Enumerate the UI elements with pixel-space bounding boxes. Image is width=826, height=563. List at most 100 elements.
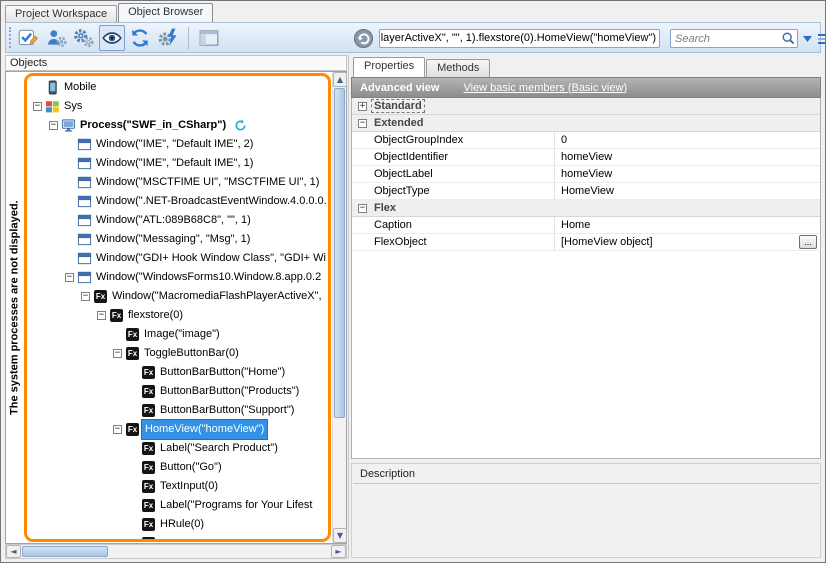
highlight-eye-icon[interactable] xyxy=(99,25,125,51)
search-input[interactable] xyxy=(670,29,798,48)
tab-object-browser[interactable]: Object Browser xyxy=(118,3,213,22)
search-dropdown-button[interactable] xyxy=(803,29,812,48)
tree-horizontal-scrollbar[interactable] xyxy=(5,544,347,559)
tree-item[interactable]: Window("IME", "Default IME", 1) xyxy=(27,154,328,173)
scroll-right-button[interactable] xyxy=(331,545,346,558)
panel-splitter[interactable] xyxy=(348,54,349,559)
objects-panel-header: Objects xyxy=(5,55,347,71)
tree-item[interactable]: FxHRule(0) xyxy=(27,515,328,534)
tree-item[interactable]: FxLabel("Programs for Your Lifest xyxy=(27,496,328,515)
property-row[interactable]: ObjectLabelhomeView xyxy=(352,166,820,183)
tree-item[interactable]: FxImage("image") xyxy=(27,325,328,344)
refresh-icon[interactable] xyxy=(127,25,153,51)
collapse-toggle[interactable]: − xyxy=(358,119,367,128)
horizontal-scroll-thumb[interactable] xyxy=(22,546,108,557)
tree-item[interactable]: FxButtonBarButton("Products") xyxy=(27,382,328,401)
category-row[interactable]: −Flex xyxy=(352,200,820,217)
refresh-badge-icon xyxy=(234,119,247,132)
services-gears-icon[interactable] xyxy=(71,25,97,51)
tree-item[interactable]: FxLabel("Search Product") xyxy=(27,439,328,458)
tree-item[interactable]: Window("MSCTFIME UI", "MSCTFIME UI", 1) xyxy=(27,173,328,192)
collapse-toggle[interactable]: − xyxy=(81,292,90,301)
window-icon xyxy=(76,213,93,228)
tree-item[interactable]: Window("ATL:089B68C8", "", 1) xyxy=(27,211,328,230)
category-row[interactable]: −Extended xyxy=(352,115,820,132)
tab-methods[interactable]: Methods xyxy=(426,59,490,77)
tree-item[interactable]: −Window("WindowsForms10.Window.8.app.0.2 xyxy=(27,268,328,287)
tab-project-workspace[interactable]: Project Workspace xyxy=(5,5,117,22)
tree-item[interactable]: FxButtonBarButton("Home") xyxy=(27,363,328,382)
tree-item[interactable]: −FxWindow("MacromediaFlashPlayerActiveX"… xyxy=(27,287,328,306)
tree-item[interactable]: Window(".NET-BroadcastEventWindow.4.0.0.… xyxy=(27,192,328,211)
tree-item[interactable]: FxTextInput(0) xyxy=(27,477,328,496)
toolbar-grip[interactable] xyxy=(9,27,12,48)
tree-item-label: Window("MacromediaFlashPlayerActiveX", xyxy=(109,287,325,306)
tree-item-label: ButtonBarButton("Home") xyxy=(157,363,288,382)
object-navigator: layerActiveX", "", 1).flexstore(0).HomeV… xyxy=(353,27,815,50)
highlight-object-button[interactable] xyxy=(353,28,374,49)
scroll-up-button[interactable] xyxy=(333,72,347,87)
scroll-left-button[interactable] xyxy=(6,545,21,558)
collapse-toggle[interactable]: − xyxy=(49,121,58,130)
property-name: Caption xyxy=(352,217,555,233)
tree-item-label: flexstore(0) xyxy=(125,306,186,325)
tree-item[interactable]: FxButton("Go") xyxy=(27,458,328,477)
property-row[interactable]: CaptionHome xyxy=(352,217,820,234)
property-row[interactable]: ObjectIdentifierhomeView xyxy=(352,149,820,166)
tree-item[interactable]: −Fxflexstore(0) xyxy=(27,306,328,325)
property-row[interactable]: ObjectGroupIndex0 xyxy=(352,132,820,149)
track-checklist-icon[interactable] xyxy=(15,25,41,51)
property-row[interactable]: ObjectTypeHomeView xyxy=(352,183,820,200)
list-menu-icon xyxy=(817,32,826,46)
collapse-toggle[interactable]: − xyxy=(97,311,106,320)
toolbar xyxy=(15,25,222,51)
tree-item-label: Mobile xyxy=(61,78,99,97)
fx-icon: Fx xyxy=(140,461,157,474)
tree-item[interactable]: −FxHomeView("homeView") xyxy=(27,420,328,439)
view-mode-title: Advanced view xyxy=(360,82,439,94)
object-spy-icon[interactable] xyxy=(43,25,69,51)
tree-item[interactable]: −Sys xyxy=(27,97,328,116)
collapse-toggle[interactable]: − xyxy=(113,349,122,358)
tree-item-label: Window("IME", "Default IME", 1) xyxy=(93,154,256,173)
collapse-toggle[interactable]: − xyxy=(33,102,42,111)
mobile-icon xyxy=(44,80,61,95)
tree-item[interactable]: −FxToggleButtonBar(0) xyxy=(27,344,328,363)
fx-icon: Fx xyxy=(140,366,157,379)
basic-view-link[interactable]: View basic members (Basic view) xyxy=(463,82,627,94)
tree-item[interactable]: Window("GDI+ Hook Window Class", "GDI+ W… xyxy=(27,249,328,268)
tree-item[interactable]: Window("IME", "Default IME", 2) xyxy=(27,135,328,154)
collapse-toggle[interactable]: − xyxy=(65,273,74,282)
chevron-down-icon xyxy=(803,36,812,42)
property-name: ObjectType xyxy=(352,183,555,199)
view-menu-button[interactable] xyxy=(817,29,826,48)
tree-item[interactable]: −Process("SWF_in_CSharp") xyxy=(27,116,328,135)
expand-toggle[interactable]: + xyxy=(358,102,367,111)
highlighted-tree-frame: Mobile−Sys−Process("SWF_in_CSharp")Windo… xyxy=(24,73,331,542)
collapse-toggle[interactable]: − xyxy=(358,204,367,213)
vertical-scroll-thumb[interactable] xyxy=(334,88,345,418)
gear-flash-icon[interactable] xyxy=(155,25,181,51)
property-row[interactable]: FlexObject[HomeView object]... xyxy=(352,234,820,251)
window-icon xyxy=(76,156,93,171)
fx-icon: Fx xyxy=(124,328,141,341)
tree-item-label: Window("MSCTFIME UI", "MSCTFIME UI", 1) xyxy=(93,173,322,192)
tree-vertical-scrollbar[interactable] xyxy=(332,72,346,543)
ellipsis-button[interactable]: ... xyxy=(799,235,817,249)
windows-icon xyxy=(44,99,61,114)
tree-item-label: ToggleButtonBar(0) xyxy=(141,344,242,363)
category-row[interactable]: + Standard xyxy=(352,98,820,115)
description-divider xyxy=(353,483,819,484)
tree-item[interactable]: Mobile xyxy=(27,78,328,97)
fx-icon: Fx xyxy=(108,309,125,322)
scroll-down-button[interactable] xyxy=(333,528,347,543)
tree-item[interactable]: FxButtonBarButton("Support") xyxy=(27,401,328,420)
tree-item[interactable]: Window("Messaging", "Msg", 1) xyxy=(27,230,328,249)
category-label: Standard xyxy=(372,100,424,112)
object-path-field[interactable]: layerActiveX", "", 1).flexstore(0).HomeV… xyxy=(379,29,660,48)
description-label: Description xyxy=(352,464,820,483)
collapse-toggle[interactable]: − xyxy=(113,425,122,434)
tab-properties[interactable]: Properties xyxy=(353,57,425,77)
panel-layout-icon[interactable] xyxy=(196,25,222,51)
tree-item[interactable]: Fx xyxy=(27,534,328,539)
